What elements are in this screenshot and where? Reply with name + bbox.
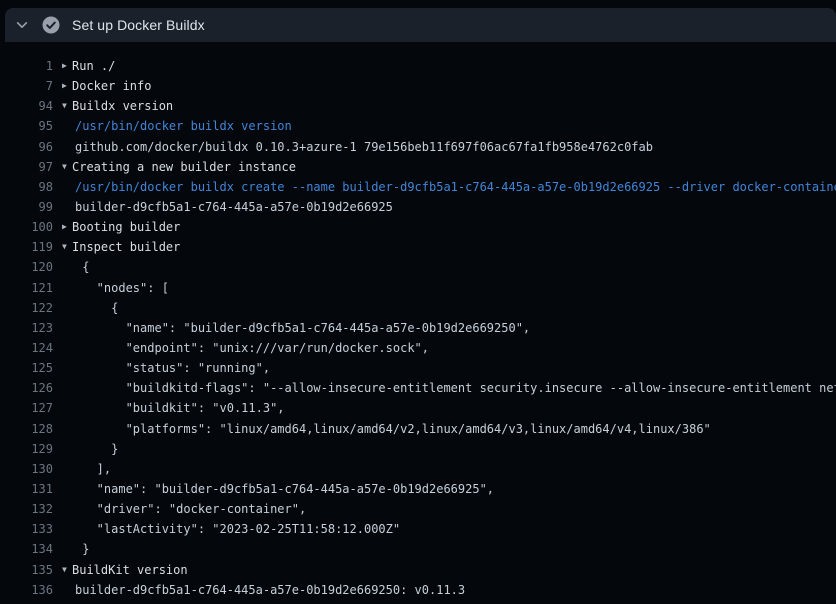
line-number[interactable]: 100 bbox=[0, 217, 53, 237]
log-output-text: "name": "builder-d9cfb5a1-c764-445a-a57e… bbox=[53, 479, 494, 499]
log-line: 120 { bbox=[0, 257, 836, 277]
log-group-row[interactable]: 1 ▶Run ./ bbox=[0, 56, 836, 76]
line-number[interactable]: 121 bbox=[0, 278, 53, 298]
triangle-expanded-icon: ▼ bbox=[62, 157, 72, 177]
line-number[interactable]: 94 bbox=[0, 96, 53, 116]
log-line: 98/usr/bin/docker buildx create --name b… bbox=[0, 177, 836, 197]
group-title: Inspect builder bbox=[72, 237, 180, 257]
log-line: 121 "nodes": [ bbox=[0, 278, 836, 298]
line-number[interactable]: 120 bbox=[0, 257, 53, 277]
log-line: 122 { bbox=[0, 298, 836, 318]
log-output-text: "driver": "docker-container", bbox=[53, 499, 306, 519]
log-line: 130 ], bbox=[0, 459, 836, 479]
log-output-text: "buildkit": "v0.11.3", bbox=[53, 398, 285, 418]
step-title: Set up Docker Buildx bbox=[72, 17, 205, 33]
group-title: Buildx version bbox=[72, 96, 173, 116]
log-line: 134 } bbox=[0, 539, 836, 559]
check-circle-icon bbox=[42, 16, 60, 34]
log-command-text: /usr/bin/docker buildx create --name bui… bbox=[53, 177, 836, 197]
log-line: 131 "name": "builder-d9cfb5a1-c764-445a-… bbox=[0, 479, 836, 499]
log-line: 99builder-d9cfb5a1-c764-445a-a57e-0b19d2… bbox=[0, 197, 836, 217]
triangle-expanded-icon: ▼ bbox=[62, 96, 72, 116]
chevron-down-icon bbox=[14, 17, 30, 33]
log-output-text: "lastActivity": "2023-02-25T11:58:12.000… bbox=[53, 519, 400, 539]
log-output-text: { bbox=[53, 298, 118, 318]
log-command-text: /usr/bin/docker buildx version bbox=[53, 116, 292, 136]
log-line: 96github.com/docker/buildx 0.10.3+azure-… bbox=[0, 137, 836, 157]
line-number[interactable]: 7 bbox=[0, 76, 53, 96]
log-output-text: "platforms": "linux/amd64,linux/amd64/v2… bbox=[53, 419, 711, 439]
group-title: Booting builder bbox=[72, 217, 180, 237]
log-viewer: 1▶Run ./7▶Docker info94▼Buildx version95… bbox=[0, 42, 836, 600]
line-number[interactable]: 119 bbox=[0, 237, 53, 257]
log-group-row[interactable]: 100 ▶Booting builder bbox=[0, 217, 836, 237]
log-output-text: builder-d9cfb5a1-c764-445a-a57e-0b19d2e6… bbox=[53, 580, 465, 600]
log-output-text: { bbox=[53, 257, 89, 277]
group-title: Docker info bbox=[72, 76, 151, 96]
log-output-text: builder-d9cfb5a1-c764-445a-a57e-0b19d2e6… bbox=[53, 197, 393, 217]
line-number[interactable]: 132 bbox=[0, 499, 53, 519]
log-line: 129 } bbox=[0, 439, 836, 459]
triangle-collapsed-icon: ▶ bbox=[62, 56, 72, 76]
log-line: 124 "endpoint": "unix:///var/run/docker.… bbox=[0, 338, 836, 358]
log-output-text: "endpoint": "unix:///var/run/docker.sock… bbox=[53, 338, 429, 358]
line-number[interactable]: 130 bbox=[0, 459, 53, 479]
line-number[interactable]: 128 bbox=[0, 419, 53, 439]
log-output-text: "status": "running", bbox=[53, 358, 270, 378]
line-number[interactable]: 95 bbox=[0, 116, 53, 136]
log-group-row[interactable]: 7 ▶Docker info bbox=[0, 76, 836, 96]
line-number[interactable]: 99 bbox=[0, 197, 53, 217]
line-number[interactable]: 124 bbox=[0, 338, 53, 358]
step-header[interactable]: Set up Docker Buildx bbox=[5, 8, 836, 42]
line-number[interactable]: 136 bbox=[0, 580, 53, 600]
log-output-text: "buildkitd-flags": "--allow-insecure-ent… bbox=[53, 378, 836, 398]
line-number[interactable]: 1 bbox=[0, 56, 53, 76]
group-title: BuildKit version bbox=[72, 560, 188, 580]
group-title: Run ./ bbox=[72, 56, 115, 76]
log-line: 95/usr/bin/docker buildx version bbox=[0, 116, 836, 136]
log-group-row[interactable]: 135 ▼BuildKit version bbox=[0, 560, 836, 580]
line-number[interactable]: 134 bbox=[0, 539, 53, 559]
log-output-text: } bbox=[53, 439, 118, 459]
line-number[interactable]: 127 bbox=[0, 398, 53, 418]
line-number[interactable]: 135 bbox=[0, 560, 53, 580]
log-line: 123 "name": "builder-d9cfb5a1-c764-445a-… bbox=[0, 318, 836, 338]
log-output-text: github.com/docker/buildx 0.10.3+azure-1 … bbox=[53, 137, 653, 157]
line-number[interactable]: 96 bbox=[0, 137, 53, 157]
log-output-text: } bbox=[53, 539, 89, 559]
log-group-row[interactable]: 97 ▼Creating a new builder instance bbox=[0, 157, 836, 177]
line-number[interactable]: 97 bbox=[0, 157, 53, 177]
log-line: 125 "status": "running", bbox=[0, 358, 836, 378]
log-output-text: "nodes": [ bbox=[53, 278, 169, 298]
log-line: 127 "buildkit": "v0.11.3", bbox=[0, 398, 836, 418]
log-group-row[interactable]: 94 ▼Buildx version bbox=[0, 96, 836, 116]
triangle-collapsed-icon: ▶ bbox=[62, 76, 72, 96]
log-group-row[interactable]: 119 ▼Inspect builder bbox=[0, 237, 836, 257]
log-line: 126 "buildkitd-flags": "--allow-insecure… bbox=[0, 378, 836, 398]
line-number[interactable]: 129 bbox=[0, 439, 53, 459]
log-line: 128 "platforms": "linux/amd64,linux/amd6… bbox=[0, 419, 836, 439]
group-title: Creating a new builder instance bbox=[72, 157, 296, 177]
line-number[interactable]: 98 bbox=[0, 177, 53, 197]
log-line: 136builder-d9cfb5a1-c764-445a-a57e-0b19d… bbox=[0, 580, 836, 600]
line-number[interactable]: 131 bbox=[0, 479, 53, 499]
log-output-text: "name": "builder-d9cfb5a1-c764-445a-a57e… bbox=[53, 318, 530, 338]
line-number[interactable]: 123 bbox=[0, 318, 53, 338]
line-number[interactable]: 122 bbox=[0, 298, 53, 318]
line-number[interactable]: 126 bbox=[0, 378, 53, 398]
triangle-expanded-icon: ▼ bbox=[62, 560, 72, 580]
triangle-expanded-icon: ▼ bbox=[62, 237, 72, 257]
log-line: 133 "lastActivity": "2023-02-25T11:58:12… bbox=[0, 519, 836, 539]
log-output-text: ], bbox=[53, 459, 111, 479]
line-number[interactable]: 125 bbox=[0, 358, 53, 378]
triangle-collapsed-icon: ▶ bbox=[62, 217, 72, 237]
log-line: 132 "driver": "docker-container", bbox=[0, 499, 836, 519]
line-number[interactable]: 133 bbox=[0, 519, 53, 539]
